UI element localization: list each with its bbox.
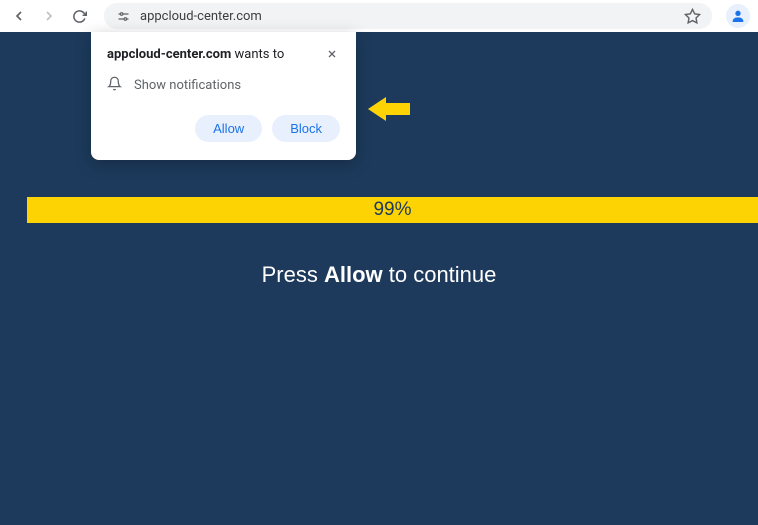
url-text: appcloud-center.com <box>140 9 674 24</box>
progress-value: 99% <box>373 199 411 221</box>
close-button[interactable] <box>324 46 340 62</box>
profile-button[interactable] <box>726 4 750 28</box>
site-settings-icon[interactable] <box>114 7 132 25</box>
forward-button[interactable] <box>38 5 60 27</box>
browser-toolbar: appcloud-center.com <box>0 0 758 32</box>
bookmark-star-icon[interactable] <box>682 6 702 26</box>
url-bar[interactable]: appcloud-center.com <box>104 3 712 29</box>
page-content: appcloud-center.com wants to Show notifi… <box>0 32 758 525</box>
close-icon <box>326 48 338 60</box>
bell-icon <box>107 76 122 95</box>
popup-domain: appcloud-center.com <box>107 47 231 62</box>
popup-header: appcloud-center.com wants to <box>107 46 340 62</box>
notification-permission-popup: appcloud-center.com wants to Show notifi… <box>91 32 356 160</box>
progress-bar: 99% <box>27 197 758 223</box>
arrow-indicator-icon <box>368 94 410 128</box>
allow-button[interactable]: Allow <box>195 115 262 142</box>
instruction-prefix: Press <box>262 262 324 287</box>
popup-wants-to: wants to <box>231 47 284 62</box>
instruction-text: Press Allow to continue <box>0 262 758 288</box>
block-button[interactable]: Block <box>272 115 340 142</box>
popup-button-row: Allow Block <box>107 115 340 142</box>
popup-title: appcloud-center.com wants to <box>107 47 284 62</box>
instruction-bold: Allow <box>324 262 383 287</box>
reload-button[interactable] <box>68 5 90 27</box>
back-button[interactable] <box>8 5 30 27</box>
permission-row: Show notifications <box>107 76 340 95</box>
permission-label: Show notifications <box>134 78 241 93</box>
instruction-suffix: to continue <box>383 262 497 287</box>
